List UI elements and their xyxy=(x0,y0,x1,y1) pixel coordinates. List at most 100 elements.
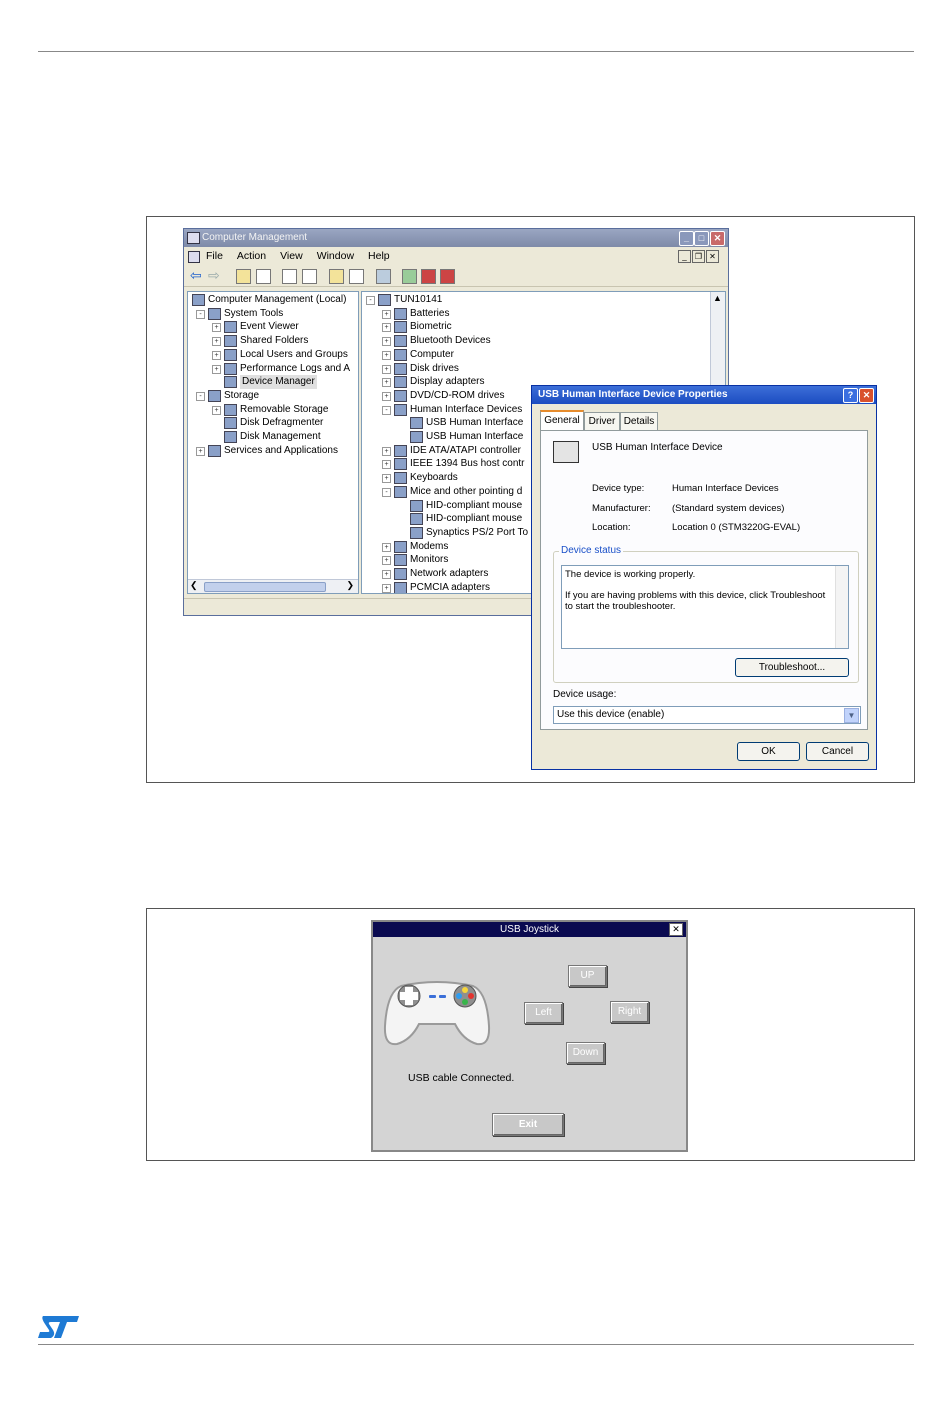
tree-item[interactable]: + Local Users and Groups xyxy=(188,348,358,361)
collapse-icon[interactable]: - xyxy=(196,309,205,319)
scroll-up-icon[interactable]: ▲ xyxy=(713,292,722,306)
show-hide-tree-icon[interactable] xyxy=(256,269,271,284)
tree-item[interactable]: + Disk drives xyxy=(362,362,725,375)
joystick-title-bar[interactable]: USB Joystick ✕ xyxy=(373,922,686,937)
view-icon[interactable] xyxy=(349,269,364,284)
tree-item[interactable]: + Services and Applications xyxy=(188,444,358,457)
collapse-icon[interactable]: - xyxy=(382,405,391,415)
expand-icon[interactable]: + xyxy=(382,309,391,319)
expand-icon[interactable]: + xyxy=(382,350,391,360)
expand-icon[interactable]: + xyxy=(382,460,391,470)
tree-item[interactable]: + Removable Storage xyxy=(188,403,358,416)
expand-icon[interactable]: + xyxy=(212,364,221,374)
dialog-title-bar[interactable]: USB Human Interface Device Properties ? … xyxy=(532,386,876,404)
exit-button[interactable]: Exit xyxy=(492,1113,564,1136)
child-min-icon[interactable]: _ xyxy=(678,250,691,263)
menu-item-action[interactable]: Action xyxy=(237,250,266,262)
joystick-close-icon[interactable]: ✕ xyxy=(669,923,683,936)
cm-title-bar[interactable]: Computer Management _ □ ✕ xyxy=(184,229,728,247)
collapse-icon[interactable]: - xyxy=(382,487,391,497)
troubleshoot-button[interactable]: Troubleshoot... xyxy=(735,658,849,677)
menu-item-view[interactable]: View xyxy=(280,250,303,262)
child-restore-icon[interactable]: ❐ xyxy=(692,250,705,263)
tree-item[interactable]: + Shared Folders xyxy=(188,334,358,348)
scroll-left-icon[interactable]: ❮ xyxy=(190,579,198,593)
expand-icon[interactable]: + xyxy=(212,337,221,347)
hscroll-thumb[interactable] xyxy=(204,582,326,592)
maximize-button[interactable]: □ xyxy=(694,231,709,246)
menu-item-file[interactable]: File xyxy=(206,250,223,262)
expand-icon[interactable]: + xyxy=(382,474,391,484)
down-button[interactable]: Down xyxy=(566,1042,605,1064)
collapse-icon[interactable]: - xyxy=(196,391,205,401)
ok-button[interactable]: OK xyxy=(737,742,800,761)
close-button[interactable]: ✕ xyxy=(710,231,725,246)
expand-icon[interactable]: + xyxy=(382,570,391,579)
expand-icon[interactable]: + xyxy=(382,446,391,456)
tree-item[interactable]: + Computer xyxy=(362,348,725,361)
expand-icon[interactable]: + xyxy=(382,378,391,388)
tree-item[interactable]: + Event Viewer xyxy=(188,320,358,334)
scan-hardware-icon[interactable] xyxy=(376,269,391,284)
tree-item[interactable]: + Biometric xyxy=(362,320,725,334)
device-usage-select[interactable]: Use this device (enable) ▼ xyxy=(553,706,861,724)
tree-item[interactable]: + Batteries xyxy=(362,307,725,320)
expand-icon[interactable]: + xyxy=(382,583,391,593)
expand-icon[interactable]: + xyxy=(196,446,205,456)
menu-item-window[interactable]: Window xyxy=(317,250,354,262)
device-category-icon xyxy=(224,362,237,375)
tab-driver[interactable]: Driver xyxy=(584,412,620,430)
tree-item[interactable]: Device Manager xyxy=(188,375,358,389)
tree-item[interactable]: + Bluetooth Devices xyxy=(362,334,725,348)
menu-item-help[interactable]: Help xyxy=(368,250,390,262)
device-usage-label: Device usage: xyxy=(553,689,617,700)
properties-icon[interactable] xyxy=(282,269,297,284)
up-folder-icon[interactable] xyxy=(236,269,251,284)
expand-icon[interactable]: + xyxy=(382,542,391,552)
update-driver-icon[interactable] xyxy=(402,269,417,284)
chevron-down-icon[interactable]: ▼ xyxy=(844,708,859,723)
expand-icon[interactable]: + xyxy=(382,364,391,374)
collapse-icon[interactable]: - xyxy=(366,296,375,305)
disable-device-icon[interactable] xyxy=(421,269,436,284)
tree-item[interactable]: Computer Management (Local) xyxy=(188,293,358,306)
tree-item-label: USB Human Interface xyxy=(426,417,524,429)
left-button[interactable]: Left xyxy=(524,1002,563,1024)
device-status-group-label: Device status xyxy=(559,545,624,556)
status-vscroll[interactable] xyxy=(835,566,848,648)
tree-item-label: Shared Folders xyxy=(240,335,309,347)
back-arrow-icon[interactable]: ⇦ xyxy=(190,267,202,284)
tree-item[interactable]: Disk Defragmenter xyxy=(188,416,358,430)
tab-general[interactable]: General xyxy=(540,410,584,430)
tree-item[interactable]: - Storage xyxy=(188,389,358,402)
tab-details[interactable]: Details xyxy=(620,412,658,430)
print-icon[interactable] xyxy=(302,269,317,284)
device-category-icon xyxy=(410,417,423,430)
cancel-button[interactable]: Cancel xyxy=(806,742,869,761)
expand-icon[interactable]: + xyxy=(212,405,221,415)
help-question-button[interactable]: ? xyxy=(843,388,858,403)
child-close-icon[interactable]: ✕ xyxy=(706,250,719,263)
right-button[interactable]: Right xyxy=(610,1001,649,1023)
expand-icon[interactable]: + xyxy=(382,337,391,347)
uninstall-device-icon[interactable] xyxy=(440,269,455,284)
joystick-title: USB Joystick xyxy=(500,924,559,935)
tree-item[interactable]: - System Tools xyxy=(188,307,358,320)
expand-icon[interactable]: + xyxy=(212,350,221,360)
dialog-close-button[interactable]: ✕ xyxy=(859,388,874,403)
tree-item[interactable]: - TUN10141 xyxy=(362,293,725,306)
expand-icon[interactable]: + xyxy=(382,323,391,333)
expand-icon[interactable]: + xyxy=(382,556,391,566)
forward-arrow-icon[interactable]: ⇨ xyxy=(208,267,220,284)
scroll-right-icon[interactable]: ❯ xyxy=(346,579,354,593)
minimize-button[interactable]: _ xyxy=(679,231,694,246)
device-category-icon xyxy=(208,444,221,457)
left-pane-hscroll[interactable]: ❮ ❯ xyxy=(188,579,358,593)
expand-icon[interactable]: + xyxy=(382,391,391,401)
tree-item[interactable]: + Performance Logs and A xyxy=(188,362,358,375)
up-button[interactable]: UP xyxy=(568,965,607,987)
help-icon[interactable] xyxy=(329,269,344,284)
tree-item[interactable]: Disk Management xyxy=(188,430,358,443)
joystick-window: USB Joystick ✕ UP Left Right Down USB ca… xyxy=(371,920,688,1152)
expand-icon[interactable]: + xyxy=(212,323,221,333)
